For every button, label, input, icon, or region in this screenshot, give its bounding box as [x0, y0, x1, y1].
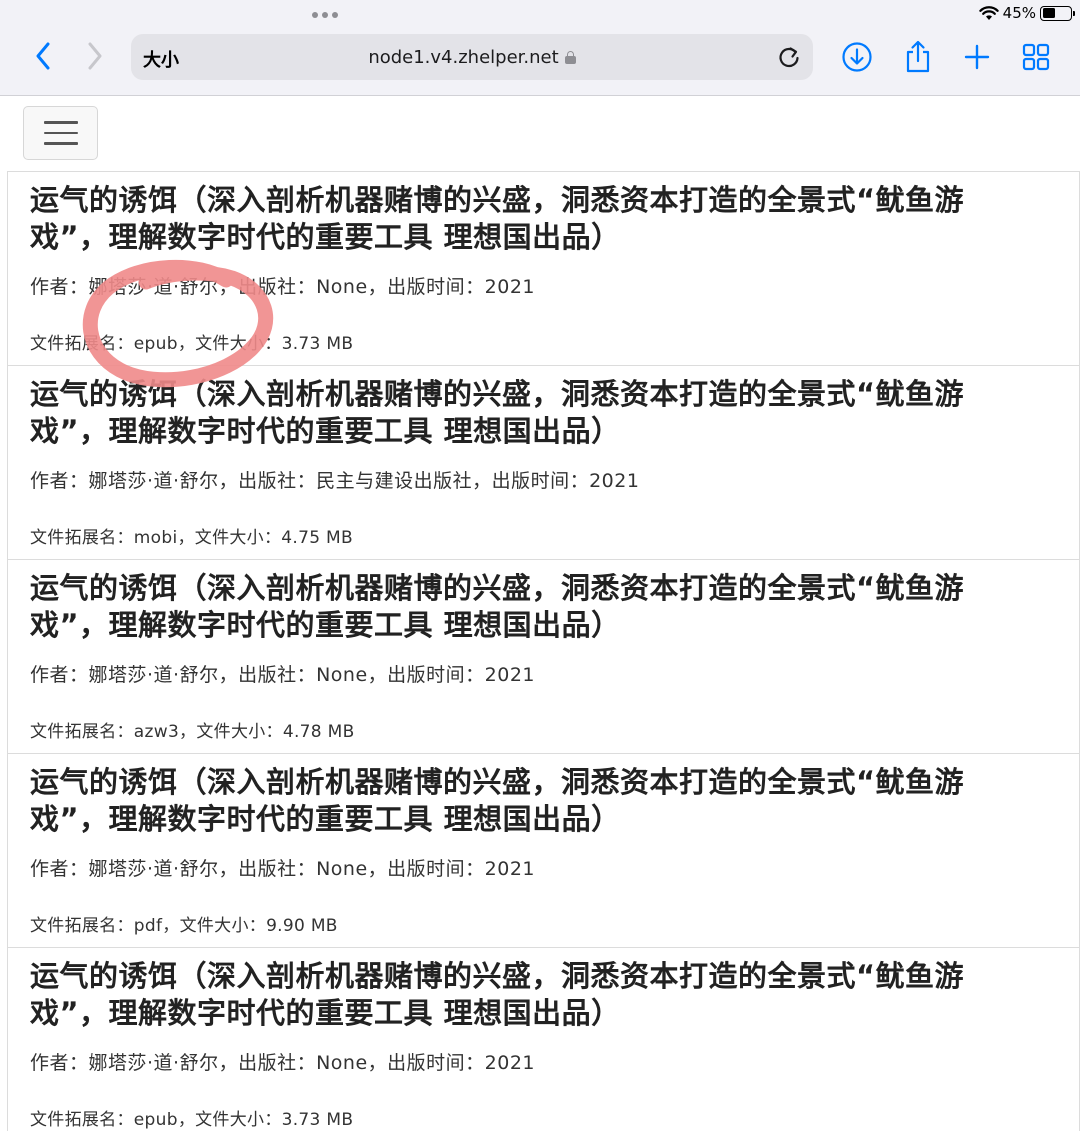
book-title[interactable]: 运气的诱饵（深入剖析机器赌博的兴盛，洞悉资本打造的全景式“鱿鱼游戏”，理解数字时…	[30, 570, 1030, 644]
forward-button[interactable]	[77, 38, 113, 74]
book-meta: 作者：娜塔莎·道·舒尔，出版社：None，出版时间：2021	[30, 276, 536, 298]
download-button[interactable]	[838, 38, 876, 76]
share-icon	[906, 40, 930, 73]
plus-icon	[964, 44, 990, 70]
book-file-info: 文件拓展名：pdf，文件大小：9.90 MB	[30, 916, 338, 936]
book-file-info: 文件拓展名：epub，文件大小：3.73 MB	[30, 334, 354, 354]
book-result-item[interactable]: 运气的诱饵（深入剖析机器赌博的兴盛，洞悉资本打造的全景式“鱿鱼游戏”，理解数字时…	[7, 559, 1080, 753]
status-bar: 45%	[978, 4, 1075, 22]
wifi-icon	[978, 5, 999, 20]
new-tab-button[interactable]	[958, 38, 996, 76]
book-meta: 作者：娜塔莎·道·舒尔，出版社：None，出版时间：2021	[30, 858, 536, 880]
share-button[interactable]	[899, 38, 937, 76]
battery-icon	[1040, 5, 1075, 21]
book-result-item[interactable]: 运气的诱饵（深入剖析机器赌博的兴盛，洞悉资本打造的全景式“鱿鱼游戏”，理解数字时…	[7, 365, 1080, 559]
browser-toolbar: 45% 大小 node1.v4.zhelper.net	[0, 0, 1080, 96]
book-title[interactable]: 运气的诱饵（深入剖析机器赌博的兴盛，洞悉资本打造的全景式“鱿鱼游戏”，理解数字时…	[30, 182, 1030, 256]
battery-percent: 45%	[1002, 4, 1036, 22]
book-title[interactable]: 运气的诱饵（深入剖析机器赌博的兴盛，洞悉资本打造的全景式“鱿鱼游戏”，理解数字时…	[30, 958, 1030, 1032]
tabs-overview-button[interactable]	[1017, 38, 1055, 76]
navbar-toggle-button[interactable]	[23, 106, 98, 160]
book-title[interactable]: 运气的诱饵（深入剖析机器赌博的兴盛，洞悉资本打造的全景式“鱿鱼游戏”，理解数字时…	[30, 764, 1030, 838]
book-meta: 作者：娜塔莎·道·舒尔，出版社：None，出版时间：2021	[30, 664, 536, 686]
back-button[interactable]	[25, 38, 61, 74]
chevron-left-icon	[36, 42, 50, 70]
book-result-item[interactable]: 运气的诱饵（深入剖析机器赌博的兴盛，洞悉资本打造的全景式“鱿鱼游戏”，理解数字时…	[7, 947, 1080, 1131]
web-page: 运气的诱饵（深入剖析机器赌博的兴盛，洞悉资本打造的全景式“鱿鱼游戏”，理解数字时…	[7, 96, 1080, 1131]
chevron-right-icon	[88, 42, 102, 70]
book-meta: 作者：娜塔莎·道·舒尔，出版社：None，出版时间：2021	[30, 1052, 536, 1074]
book-result-item[interactable]: 运气的诱饵（深入剖析机器赌博的兴盛，洞悉资本打造的全景式“鱿鱼游戏”，理解数字时…	[7, 753, 1080, 947]
search-results-list: 运气的诱饵（深入剖析机器赌博的兴盛，洞悉资本打造的全景式“鱿鱼游戏”，理解数字时…	[7, 171, 1080, 1131]
book-result-item[interactable]: 运气的诱饵（深入剖析机器赌博的兴盛，洞悉资本打造的全景式“鱿鱼游戏”，理解数字时…	[7, 171, 1080, 365]
book-file-info: 文件拓展名：azw3，文件大小：4.78 MB	[30, 722, 355, 742]
lock-icon	[564, 51, 576, 64]
tabs-grid-icon	[1022, 43, 1050, 71]
url-field[interactable]: node1.v4.zhelper.net	[131, 47, 813, 68]
address-bar[interactable]: 大小 node1.v4.zhelper.net	[131, 34, 813, 80]
book-title[interactable]: 运气的诱饵（深入剖析机器赌博的兴盛，洞悉资本打造的全景式“鱿鱼游戏”，理解数字时…	[30, 376, 1030, 450]
book-meta: 作者：娜塔莎·道·舒尔，出版社：民主与建设出版社，出版时间：2021	[30, 470, 640, 492]
download-icon	[842, 42, 872, 72]
url-text: node1.v4.zhelper.net	[368, 47, 559, 68]
book-file-info: 文件拓展名：mobi，文件大小：4.75 MB	[30, 528, 353, 548]
multitasking-dots[interactable]	[312, 12, 338, 18]
book-file-info: 文件拓展名：epub，文件大小：3.73 MB	[30, 1110, 354, 1130]
reload-icon[interactable]	[775, 43, 803, 71]
hamburger-menu-icon	[43, 121, 78, 124]
